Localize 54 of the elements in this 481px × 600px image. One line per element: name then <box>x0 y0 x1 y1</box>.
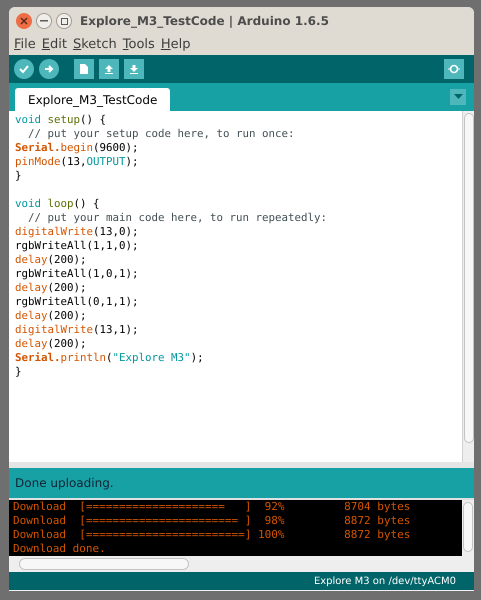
code-line: pinMode(13,OUTPUT); <box>15 155 139 168</box>
menu-item[interactable]: Sketch <box>72 35 117 55</box>
code-line: void setup() { <box>15 113 106 126</box>
console-line: Download [========================] 100% 8872 bytes <box>13 528 410 541</box>
arrow-up-icon <box>103 63 115 75</box>
code-line: // put your setup code here, to run once: <box>27 127 295 140</box>
code-line: digitalWrite(13,0); <box>15 225 139 238</box>
code-line: delay(200); <box>15 337 87 350</box>
menu-item[interactable]: File <box>14 35 36 55</box>
code-line: delay(200); <box>15 281 87 294</box>
menu-item[interactable]: Edit <box>42 35 67 55</box>
minimize-icon <box>40 20 48 22</box>
maximize-icon <box>60 18 68 24</box>
code-line: rgbWriteAll(1,1,0); <box>15 239 139 252</box>
verify-button[interactable] <box>14 59 34 79</box>
code-line: delay(200); <box>15 253 87 266</box>
caret-icon <box>454 94 462 100</box>
arrow-right-icon <box>43 63 55 75</box>
check-icon <box>18 63 30 75</box>
close-icon <box>20 17 28 25</box>
console-line: Download [======================= ] 98% 8872 bytes <box>13 514 410 527</box>
menu-item[interactable]: Help <box>160 35 190 55</box>
minimize-button[interactable] <box>36 13 52 29</box>
console-scrollbar[interactable] <box>462 500 474 556</box>
menu-item[interactable]: Tools <box>122 35 155 55</box>
close-button[interactable] <box>16 13 32 29</box>
code-line: // put your main code here, to run repeatedly: <box>27 211 328 224</box>
serial-monitor-button[interactable] <box>444 59 464 79</box>
new-button[interactable] <box>74 59 94 79</box>
console-line: Download done. <box>13 542 106 555</box>
maximize-button[interactable] <box>56 13 72 29</box>
board-port-label: Explore M3 on /dev/ttyACM0 <box>314 574 456 588</box>
console-line: Download [===================== ] 92% 8704 bytes <box>13 500 410 513</box>
code-line: void loop() { <box>15 197 100 210</box>
file-tab[interactable]: Explore_M3_TestCode <box>15 88 170 111</box>
code-line: Serial.begin(9600); <box>15 141 139 154</box>
open-button[interactable] <box>99 59 119 79</box>
upload-button[interactable] <box>39 59 59 79</box>
window-title: Explore_M3_TestCode | Arduino 1.6.5 <box>80 13 329 30</box>
document-icon <box>79 63 89 75</box>
vertical-scrollbar[interactable] <box>462 111 474 462</box>
tab-menu-button[interactable] <box>450 89 466 105</box>
code-line: delay(200); <box>15 309 87 322</box>
arrow-down-icon <box>128 63 140 75</box>
code-line: Serial.println("Explore M3"); <box>15 351 204 364</box>
code-line: } <box>15 169 22 182</box>
code-line: rgbWriteAll(1,0,1); <box>15 267 139 280</box>
horizontal-scrollbar[interactable] <box>9 556 474 572</box>
save-button[interactable] <box>124 59 144 79</box>
code-line: digitalWrite(13,1); <box>15 323 139 336</box>
code-line: } <box>15 365 22 378</box>
code-line: rgbWriteAll(0,1,1); <box>15 295 139 308</box>
magnifier-icon <box>447 63 461 75</box>
status-message: Done uploading. <box>15 475 114 492</box>
